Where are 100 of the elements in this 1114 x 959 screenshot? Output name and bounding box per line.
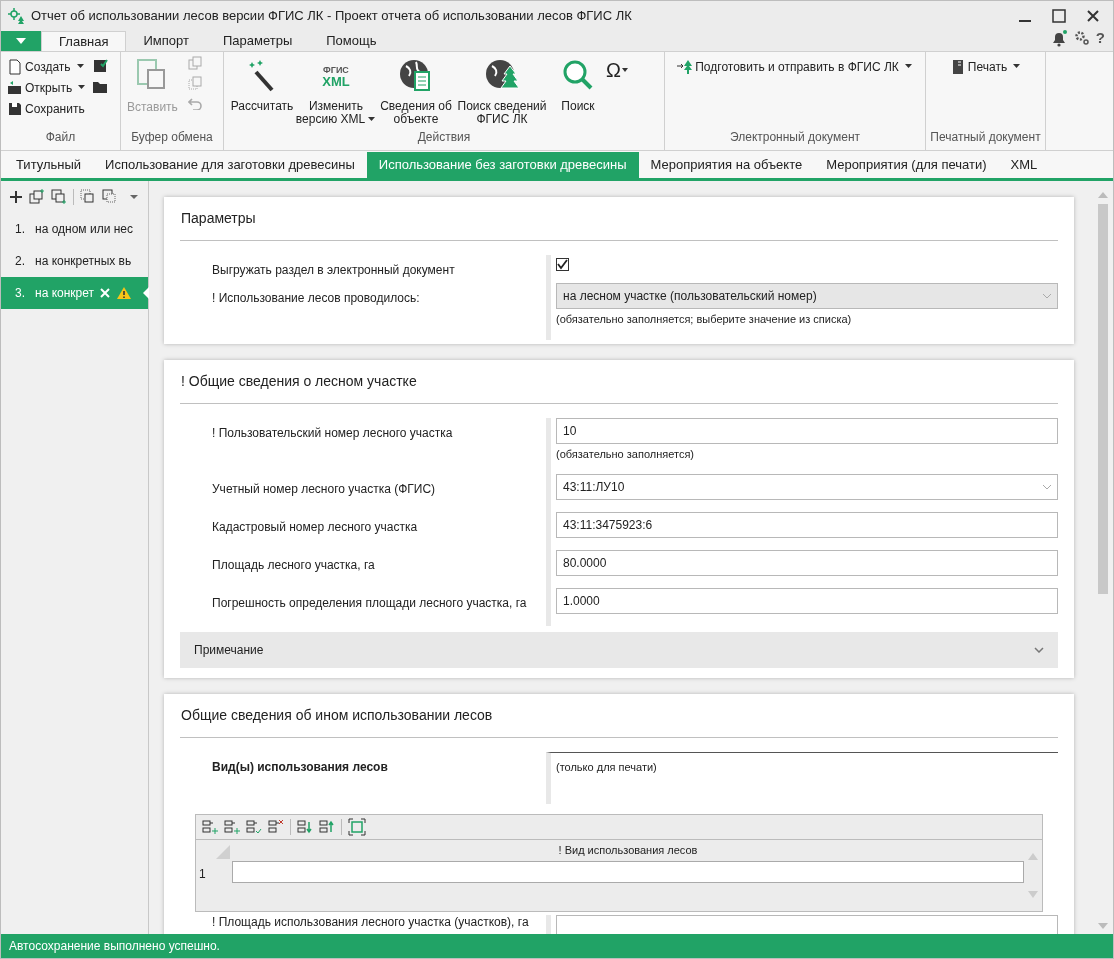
ribbon-button[interactable]: Рассчитать (230, 58, 294, 113)
field-label: ! Пользовательский номер лесного участка (211, 424, 454, 442)
warning-icon (116, 286, 132, 300)
ribbon-button[interactable]: ФГИС XML Изменить версию XML (294, 58, 378, 126)
chevron-down-icon (1034, 647, 1044, 653)
chevron-down-icon (1043, 293, 1051, 299)
delete-row-icon (268, 819, 284, 835)
paste-icon (102, 189, 118, 205)
copy-icon (80, 189, 96, 205)
column-header: ! Вид использования лесов (557, 843, 699, 859)
sidebar-item[interactable]: 1. на одном или нес (1, 213, 148, 245)
ribbon-tab[interactable]: Главная (41, 31, 127, 51)
document-tab[interactable]: Использование для заготовки древесины (93, 152, 367, 178)
help-button[interactable]: ? (1095, 26, 1105, 49)
maximize-icon (1051, 8, 1067, 24)
input-field[interactable]: 43:11:3475923:6 (556, 512, 1058, 538)
tree-arrow-icon (677, 58, 694, 75)
ribbon-tab[interactable]: Помощь (309, 31, 394, 51)
undo-icon (187, 96, 202, 110)
input-field[interactable]: 80.0000 (556, 550, 1058, 576)
ribbon-button[interactable]: Подготовить и отправить в ФГИС ЛК (677, 56, 913, 77)
ribbon-button[interactable]: Создать (7, 56, 87, 77)
fullscreen-icon (348, 818, 366, 836)
checkmark-icon (557, 259, 568, 270)
group-caption: Файл (44, 129, 77, 146)
add-icon (9, 190, 23, 204)
field-label: ! Площадь использования лесного участка (участков), га (211, 915, 530, 931)
checkbox[interactable] (556, 258, 569, 271)
close-icon (1085, 8, 1101, 24)
chevron-down-icon (1043, 484, 1051, 490)
document-icon (7, 58, 23, 75)
expander-header[interactable]: Примечание (180, 632, 1058, 668)
move-down-icon (297, 819, 313, 835)
app-menu-button[interactable] (1, 31, 41, 51)
caret-icon (1013, 64, 1022, 69)
ribbon-button[interactable]: Поиск сведений ФГИС ЛК (454, 58, 550, 126)
copy-icon (187, 56, 202, 70)
ribbon-button[interactable]: Поиск (550, 58, 606, 113)
document-tab[interactable]: Мероприятия (для печати) (814, 152, 999, 178)
field-label: Вид(ы) использования лесов (211, 759, 389, 776)
caret-icon (904, 64, 913, 69)
save-check-icon (92, 58, 109, 74)
scroll-up-icon (1098, 191, 1108, 198)
ribbon-button[interactable]: Сохранить (7, 98, 87, 119)
cut-icon (187, 76, 202, 90)
add-copy-icon (29, 189, 45, 205)
scrollbar-thumb[interactable] (1098, 204, 1108, 594)
document-tab[interactable]: XML (998, 152, 1050, 178)
section-title: Параметры (180, 209, 256, 228)
add-row-icon (202, 819, 218, 835)
input-field[interactable]: 1.0000 (556, 588, 1058, 614)
field-note: (только для печати) (556, 760, 658, 775)
scroll-down-icon (1028, 891, 1038, 899)
app-logo-icon (7, 7, 25, 25)
window-title: Отчет об использовании лесов версии ФГИС ЛК - Проект отчета об использовании лесов ФГИС ЛК (31, 7, 632, 26)
status-message: Автосохранение выполнено успешно. (9, 938, 220, 955)
table-cell[interactable] (232, 861, 1024, 883)
corner-icon (216, 845, 230, 859)
caret-icon (76, 64, 85, 69)
ribbon-button[interactable]: Сведения об объекте (378, 58, 454, 126)
caret-icon (16, 38, 26, 44)
ribbon-button[interactable]: Печать (949, 56, 1022, 77)
save-icon (7, 100, 23, 117)
group-caption: Буфер обмена (130, 129, 214, 146)
section-title: Общие сведения об ином использовании лесов (180, 706, 493, 725)
scroll-down-icon (1098, 923, 1108, 930)
scroll-up-icon (1028, 852, 1038, 860)
field-hint: (обязательно заполняется; выберите значение из списка) (556, 312, 853, 327)
selection-pointer-icon (143, 287, 149, 299)
document-tab[interactable]: Титульный (4, 152, 94, 178)
input-field[interactable] (556, 915, 1058, 934)
minimize-icon (1019, 20, 1031, 22)
close-icon (100, 288, 110, 298)
add-child-row-icon (224, 819, 240, 835)
group-caption: Печатный документ (929, 129, 1042, 146)
ribbon-button[interactable]: Открыть (7, 77, 87, 98)
input-field[interactable]: 10 (556, 417, 1058, 444)
row-number: 1 (198, 866, 207, 883)
field-hint: (обязательно заполняется) (556, 446, 695, 462)
document-tab[interactable]: Мероприятия на объекте (638, 152, 815, 178)
field-label: Площадь лесного участка, га (211, 557, 376, 574)
confirm-row-icon (246, 819, 262, 835)
section-title: ! Общие сведения о лесном участке (180, 371, 417, 391)
sidebar-item[interactable]: 2. на конкретных вь (1, 245, 148, 277)
open-icon (7, 79, 23, 96)
field-label: Выгружать раздел в электронный документ (211, 262, 456, 279)
field-label: ! Использование лесов проводилось: (211, 290, 421, 307)
caret-icon (621, 68, 628, 72)
field-label: Учетный номер лесного участка (ФГИС) (211, 481, 437, 498)
group-caption: Электронный документ (729, 129, 861, 146)
xml-icon-label: ФГИС (323, 64, 349, 76)
move-up-icon (319, 819, 335, 835)
caret-icon (368, 117, 377, 123)
caret-icon (78, 85, 87, 90)
ribbon-tab[interactable]: Параметры (205, 31, 310, 51)
field-label: Погрешность определения площади лесного участка, га (211, 595, 528, 612)
duplicate-icon (51, 189, 67, 205)
dropdown[interactable]: 43:11:ЛУ10 (556, 474, 1058, 500)
symbol-button[interactable]: Ω (606, 60, 628, 80)
ribbon-tab[interactable]: Импорт (126, 31, 206, 51)
